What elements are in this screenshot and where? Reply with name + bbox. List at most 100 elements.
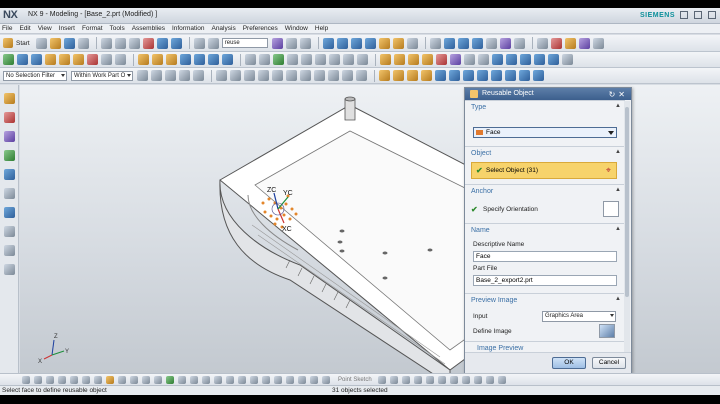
mirror-curve-icon[interactable] — [154, 375, 162, 384]
select-all-icon[interactable] — [137, 70, 148, 81]
reset-icon[interactable]: ↻ — [609, 90, 619, 99]
curve-trim-icon[interactable] — [413, 375, 422, 384]
extend-icon[interactable] — [142, 375, 150, 384]
history-icon[interactable] — [4, 207, 15, 218]
extrude-icon[interactable] — [17, 54, 28, 65]
selection-filter-select[interactable]: No Selection Filter — [3, 70, 67, 81]
make-corner-icon[interactable] — [202, 375, 210, 384]
process-studio-icon[interactable] — [4, 226, 15, 237]
chamfer-icon[interactable] — [118, 375, 126, 384]
ok-button[interactable]: OK — [552, 357, 586, 369]
orient-view-icon[interactable] — [443, 37, 455, 49]
menu-help[interactable]: Help — [315, 25, 328, 32]
part-navigator-icon[interactable] — [4, 131, 15, 142]
section-view-icon[interactable] — [485, 37, 497, 49]
object-section-header[interactable]: Object ▲ — [465, 146, 625, 159]
menu-window[interactable]: Window — [285, 25, 308, 32]
undo-icon[interactable] — [156, 37, 168, 49]
open-folder-icon[interactable] — [49, 37, 61, 49]
name-section-header[interactable]: Name ▲ — [465, 223, 625, 236]
measure-icon[interactable] — [536, 37, 548, 49]
boss-icon[interactable] — [59, 54, 70, 65]
rotate-icon[interactable] — [350, 37, 362, 49]
fillet-icon[interactable] — [421, 70, 432, 81]
menu-preferences[interactable]: Preferences — [243, 25, 278, 32]
mirror-icon[interactable] — [259, 54, 270, 65]
intersect-icon[interactable] — [166, 54, 177, 65]
edge-blend-icon[interactable] — [180, 54, 191, 65]
block-icon[interactable] — [380, 54, 391, 65]
show-hide-icon[interactable] — [513, 37, 525, 49]
cylinder-icon[interactable] — [394, 54, 405, 65]
shell-icon[interactable] — [208, 54, 219, 65]
window-icon[interactable] — [193, 37, 205, 49]
analysis-icon[interactable] — [550, 37, 562, 49]
line-icon[interactable] — [22, 375, 30, 384]
menu-tools[interactable]: Tools — [110, 25, 125, 32]
fillet-icon[interactable] — [106, 375, 114, 384]
save-as-icon[interactable] — [77, 37, 89, 49]
chamfer-icon[interactable] — [194, 54, 205, 65]
sew-icon[interactable] — [329, 54, 340, 65]
pan-icon[interactable] — [364, 37, 376, 49]
pocket-icon[interactable] — [73, 54, 84, 65]
input-select[interactable]: Graphics Area — [542, 311, 616, 322]
curve-length-icon[interactable] — [437, 375, 446, 384]
maximize-icon[interactable] — [694, 11, 702, 19]
thread-icon[interactable] — [492, 54, 503, 65]
curve-rule-icon[interactable] — [193, 70, 204, 81]
minimize-icon[interactable] — [680, 11, 688, 19]
text-curve-icon[interactable] — [519, 70, 530, 81]
curve-analysis-icon[interactable] — [401, 375, 410, 384]
quick-extend-icon[interactable] — [190, 375, 198, 384]
crosshair-icon[interactable]: ⌖ — [606, 163, 611, 178]
feature-selection-icon[interactable] — [165, 70, 176, 81]
snap-arc-center-icon[interactable] — [272, 70, 283, 81]
close-icon[interactable]: ✕ — [618, 90, 628, 99]
projected-curve-icon[interactable] — [435, 70, 446, 81]
pad-icon[interactable] — [87, 54, 98, 65]
new-file-icon[interactable] — [35, 37, 47, 49]
pattern-curve-icon[interactable] — [178, 375, 186, 384]
conic-icon[interactable] — [274, 375, 282, 384]
swept-icon[interactable] — [548, 54, 559, 65]
fit-view-icon[interactable] — [322, 37, 334, 49]
selection-scope-select[interactable]: Within Work Part O — [71, 70, 133, 81]
point-sketch-label[interactable]: Point Sketch — [338, 377, 372, 383]
image-preview-section-header[interactable]: Image Preview — [465, 341, 625, 352]
copy-icon[interactable] — [114, 37, 126, 49]
datum-plane-icon[interactable] — [101, 54, 112, 65]
hole-icon[interactable] — [45, 54, 56, 65]
curve-tools-icon[interactable] — [377, 375, 386, 384]
palettes-icon[interactable] — [4, 188, 15, 199]
arc-icon[interactable] — [46, 375, 54, 384]
edit-section-icon[interactable] — [499, 37, 511, 49]
groove-icon[interactable] — [464, 54, 475, 65]
draft-icon[interactable] — [222, 54, 233, 65]
circle-icon[interactable] — [58, 375, 66, 384]
curve-info-icon[interactable] — [461, 375, 470, 384]
curve-divide-icon[interactable] — [425, 375, 434, 384]
trim-icon[interactable] — [130, 375, 138, 384]
menu-edit[interactable]: Edit — [19, 25, 30, 32]
curve-icon[interactable] — [379, 70, 390, 81]
face-rule-icon[interactable] — [179, 70, 190, 81]
ellipse-icon[interactable] — [262, 375, 270, 384]
menu-analysis[interactable]: Analysis — [211, 25, 235, 32]
split-body-icon[interactable] — [301, 54, 312, 65]
studio-surface-icon[interactable] — [534, 54, 545, 65]
move-face-icon[interactable] — [357, 54, 368, 65]
project-curve-icon[interactable] — [226, 375, 234, 384]
intersection-curve-icon[interactable] — [449, 70, 460, 81]
menu-format[interactable]: Format — [82, 25, 103, 32]
command-finder-input[interactable]: reuse — [221, 38, 268, 48]
offset-curve-icon[interactable] — [463, 70, 474, 81]
rapid-dimension-icon[interactable] — [286, 375, 294, 384]
subtract-icon[interactable] — [152, 54, 163, 65]
geometric-constraints-icon[interactable] — [298, 375, 306, 384]
revolve-icon[interactable] — [31, 54, 42, 65]
redo-icon[interactable] — [170, 37, 182, 49]
specify-orientation-row[interactable]: ✔ Specify Orientation — [465, 201, 625, 217]
close-icon[interactable] — [708, 11, 716, 19]
add-existing-curves-icon[interactable] — [250, 375, 258, 384]
